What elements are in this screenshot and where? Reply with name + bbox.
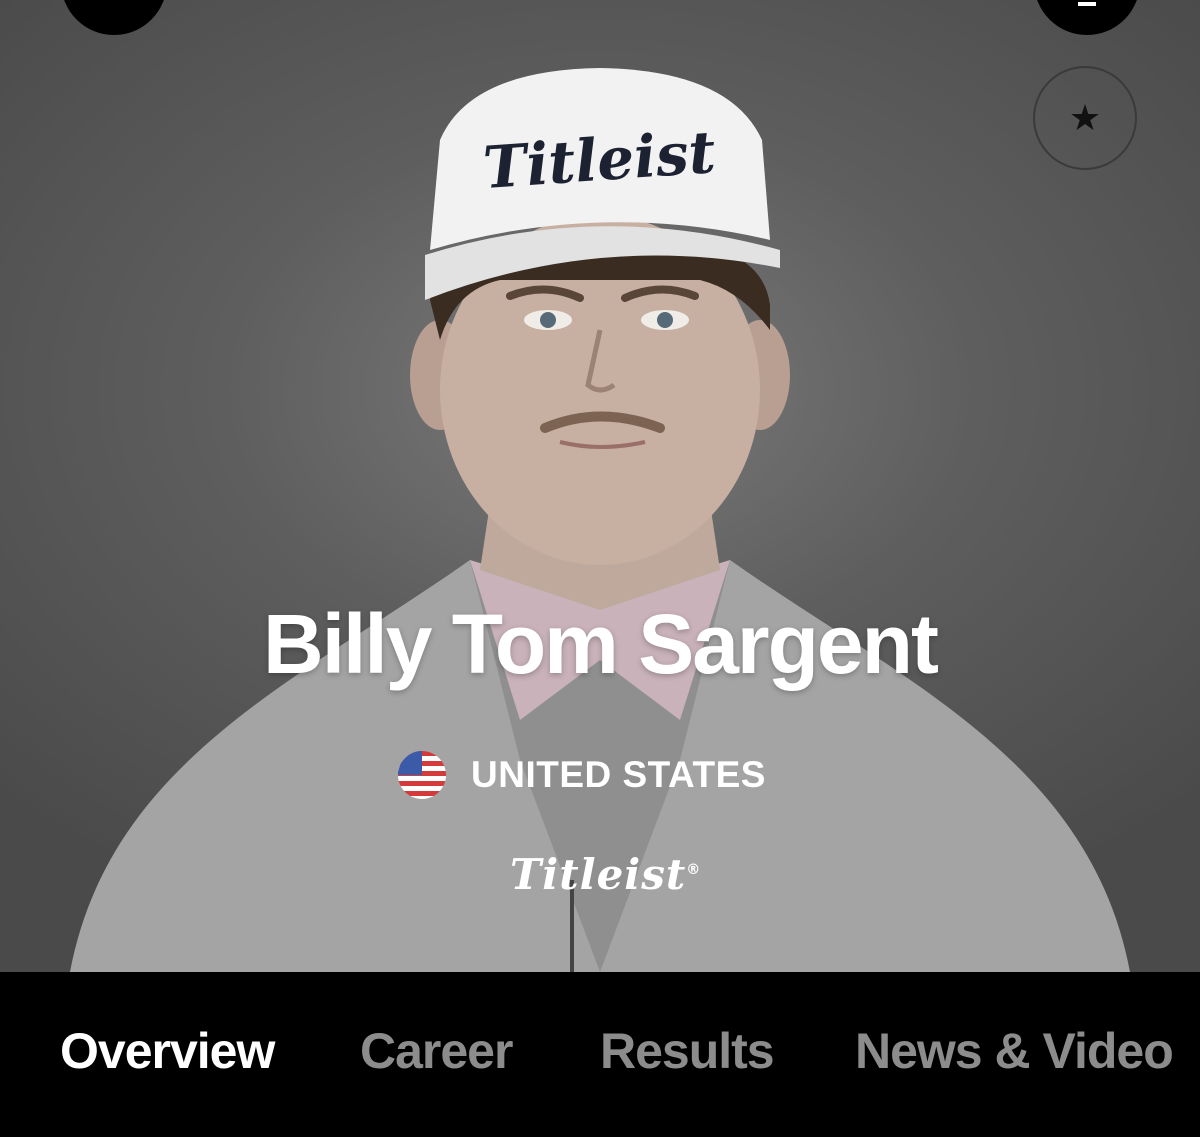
country-label: UNITED STATES: [471, 754, 766, 795]
tab-results[interactable]: Results: [600, 1022, 775, 1080]
favorite-button[interactable]: ★: [1033, 66, 1137, 170]
us-flag-icon: [398, 751, 446, 799]
player-portrait: Titleist: [70, 68, 1130, 972]
star-icon: ★: [1068, 97, 1102, 138]
player-country: UNITED STATES: [398, 750, 766, 800]
menu-icon: [1078, 2, 1096, 6]
tab-overview[interactable]: Overview: [60, 1022, 275, 1080]
player-hero: Titleist ★ Billy Tom Sargent UNITED STAT…: [0, 0, 1200, 972]
tab-career[interactable]: Career: [360, 1022, 513, 1080]
tab-news-video[interactable]: News & Video: [855, 1022, 1174, 1080]
sponsor-logo: Titleist®: [510, 850, 702, 899]
player-name: Billy Tom Sargent: [263, 597, 939, 691]
